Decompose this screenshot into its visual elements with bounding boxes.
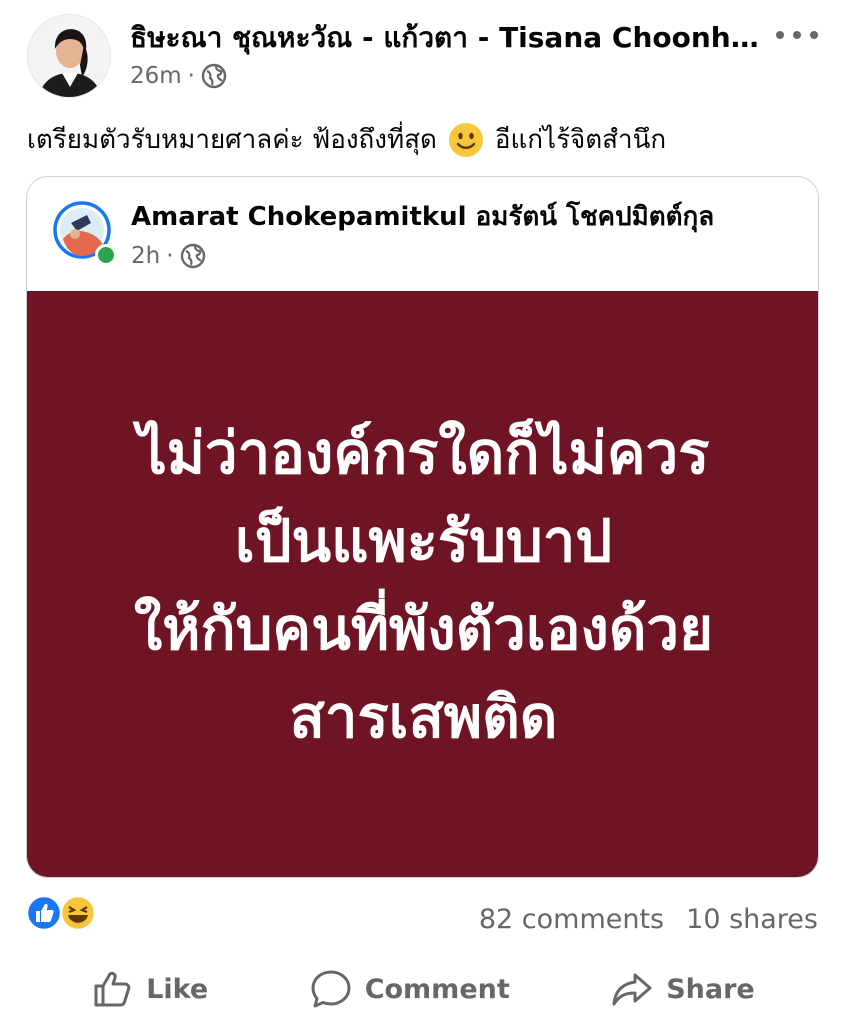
haha-reaction-icon: [59, 894, 97, 932]
post-actions: Like Comment Share: [0, 958, 845, 1020]
comment-label: Comment: [364, 973, 510, 1005]
share-label: Share: [666, 973, 755, 1005]
quote-line: ไม่ว่าองค์กรใดก็ไม่ควร: [137, 419, 710, 487]
shared-post-card[interactable]: Amarat Chokepamitkul อมรัตน์ โชคปมิตต์กุ…: [26, 176, 819, 878]
author-photo: [28, 15, 110, 97]
share-button[interactable]: Share: [610, 967, 755, 1011]
more-options-icon[interactable]: [776, 20, 818, 50]
globe-icon: [180, 243, 205, 269]
shares-count[interactable]: 10 shares: [686, 898, 818, 942]
quote-image[interactable]: ไม่ว่าองค์กรใดก็ไม่ควร เป็นแพะรับบาป ให้…: [27, 291, 818, 877]
comment-bubble-icon: [311, 970, 351, 1008]
globe-icon: [201, 63, 227, 89]
quote-line: สารเสพติด: [289, 683, 558, 751]
shared-post-meta: 2h ·: [131, 239, 206, 273]
share-arrow-icon: [612, 973, 652, 1006]
shared-author-name[interactable]: Amarat Chokepamitkul อมรัตน์ โชคปมิตต์กุ…: [131, 197, 801, 237]
post-meta: 26m ·: [130, 60, 227, 92]
quote-text: ไม่ว่าองค์กรใดก็ไม่ควร เป็นแพะรับบาป ให้…: [134, 409, 713, 761]
thumbs-up-icon: [94, 971, 131, 1007]
quote-line: เป็นแพะรับบาป: [234, 507, 613, 575]
quote-line: ให้กับคนที่พังตัวเองด้วย: [133, 595, 714, 663]
post-caption: เตรียมตัวรับหมายศาลค่ะ ฟ้องถึงที่สุด อีแ…: [27, 118, 827, 162]
author-name[interactable]: ธิษะณา ชุณหะวัณ - แก้วตา - Tisana Choonh…: [130, 18, 770, 58]
shared-post-time[interactable]: 2h: [131, 243, 160, 269]
comments-count[interactable]: 82 comments: [479, 898, 664, 942]
caption-text-end: อีแก่ไร้จิตสำนึก: [494, 125, 667, 155]
like-button[interactable]: Like: [90, 967, 208, 1011]
engagement-stats: 82 comments 10 shares: [479, 898, 818, 942]
reaction-icons: [25, 894, 97, 932]
reaction-summary[interactable]: [24, 893, 104, 933]
like-reaction-icon: [25, 894, 63, 932]
like-label: Like: [146, 973, 209, 1005]
caption-text-start: เตรียมตัวรับหมายศาลค่ะ ฟ้องถึงที่สุด: [27, 125, 437, 155]
meta-separator: ·: [187, 63, 195, 89]
online-status-indicator: [95, 244, 117, 266]
author-avatar[interactable]: [27, 14, 111, 98]
slightly-smiling-face-icon: [448, 123, 483, 157]
post-time[interactable]: 26m: [130, 63, 182, 89]
meta-separator: ·: [166, 243, 174, 269]
comment-button[interactable]: Comment: [309, 967, 510, 1011]
